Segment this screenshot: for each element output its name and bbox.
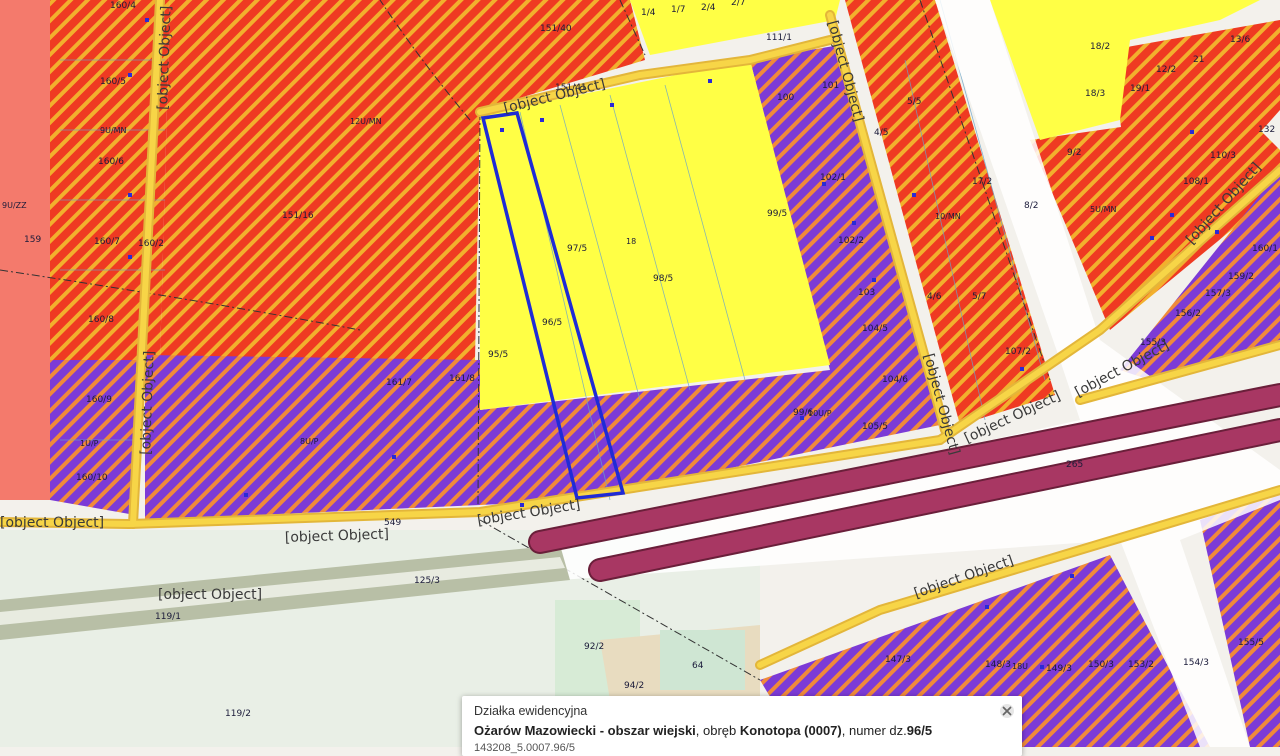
zone-label: 9U/MN	[100, 126, 127, 135]
zone-label: 12U/MN	[350, 117, 382, 126]
zone-label: 1U/P	[80, 439, 99, 448]
parcel-label: 17/2	[972, 177, 992, 187]
parcel-label: 154/3	[1183, 658, 1209, 668]
parcel-label: 149/3	[1046, 664, 1072, 674]
parcel-label: 99/5	[767, 209, 787, 219]
parcel-label: 161/8	[449, 374, 475, 384]
parcel-label: 161/7	[386, 378, 412, 388]
parcel-label: 96/5	[542, 318, 562, 328]
parcel-label: 105/5	[862, 422, 888, 432]
parcel-label: 160/9	[86, 395, 112, 405]
parcel-label: 104/5	[862, 324, 888, 334]
parcel-label: 160/10	[76, 473, 108, 483]
parcel-label: 147/3	[885, 655, 911, 665]
parcel-label: 160/6	[98, 157, 124, 167]
parcel-label: 110/3	[1210, 151, 1236, 161]
zone-label: 10/MN	[935, 212, 961, 221]
parcel-label: 4/5	[874, 128, 888, 138]
zone-label: 18U	[1012, 662, 1028, 671]
parcel-label: 155/5	[1238, 638, 1264, 648]
parcel-label: 150/3	[1088, 660, 1114, 670]
parcel-label: 119/2	[225, 709, 251, 719]
parcel-label: 92/2	[584, 642, 604, 652]
parcel-label: 151/40	[540, 24, 572, 34]
street-label: [object Object]	[0, 515, 104, 531]
popup-parcel-line: Ożarów Mazowiecki - obszar wiejski, obrę…	[474, 723, 932, 738]
parcel-label: 98/5	[653, 274, 673, 284]
parcel-label: 2/7	[731, 0, 745, 8]
parcel-label: 101	[822, 81, 839, 91]
parcel-label: 21	[1193, 55, 1204, 65]
parcel-label: 160/2	[138, 239, 164, 249]
parcel-label: 5/5	[907, 97, 921, 107]
zone-label: 18	[626, 237, 636, 246]
parcel-label: 9/2	[1067, 148, 1081, 158]
parcel-label: 160/8	[88, 315, 114, 325]
popup-numer: 96/5	[906, 723, 933, 738]
parcel-label: 159/2	[1228, 272, 1254, 282]
parcel-label: 159	[24, 235, 41, 245]
popup-gmina: Ożarów Mazowiecki - obszar wiejski	[474, 723, 696, 738]
parcel-label: 151/16	[282, 211, 314, 221]
zoning-map[interactable]: 160/4 160/5 160/6 160/7 160/8 160/9 160/…	[0, 0, 1280, 747]
parcel-label: 2/4	[701, 3, 716, 13]
street-label: [object Object]	[158, 587, 262, 603]
parcel-label: 156/2	[1175, 309, 1201, 319]
parcel-label: 100	[777, 93, 794, 103]
parcel-label: 95/5	[488, 350, 508, 360]
parcel-label: 132	[1258, 125, 1275, 135]
parcel-label: 94/2	[624, 681, 644, 691]
parcel-label: 13/6	[1230, 35, 1250, 45]
zone-label: 5U/MN	[1090, 205, 1117, 214]
zone-label: 9U/ZZ	[2, 201, 27, 210]
parcel-label: 103	[858, 288, 875, 298]
parcel-info-popup: Działka ewidencyjna Ożarów Mazowiecki - …	[462, 696, 1022, 756]
parcel-label: 1/4	[641, 8, 656, 18]
parcel-label: 8/2	[1024, 201, 1038, 211]
parcel-label: 5/7	[972, 292, 986, 302]
parcel-label: 4/6	[927, 292, 942, 302]
parcel-label: 160/1	[1252, 244, 1278, 254]
parcel-label: 18/2	[1090, 42, 1110, 52]
green-block-2	[660, 630, 745, 690]
parcel-label: 102/2	[838, 236, 864, 246]
popup-title: Działka ewidencyjna	[474, 704, 588, 718]
parcel-label: 119/1	[155, 612, 181, 622]
parcel-label: 12/2	[1156, 65, 1176, 75]
parcel-label: 153/2	[1128, 660, 1154, 670]
parcel-label: 1/7	[671, 5, 685, 15]
parcel-label: 111/1	[766, 33, 792, 43]
close-icon[interactable]	[998, 702, 1016, 720]
parcel-label: 108/1	[1183, 177, 1209, 187]
zone-service-west[interactable]	[50, 360, 140, 515]
popup-obreb-prefix: , obręb	[695, 723, 740, 738]
parcel-label: 160/4	[110, 1, 136, 11]
parcel-label: 104/6	[882, 375, 908, 385]
parcel-label: 64	[692, 661, 704, 671]
parcel-label: 18/3	[1085, 89, 1105, 99]
zone-label: 8U/P	[300, 437, 319, 446]
zone-label: 10U/P	[808, 409, 832, 418]
parcel-label: 157/3	[1205, 289, 1231, 299]
parcel-label: 107/2	[1005, 347, 1031, 357]
popup-obreb: Konotopa (0007)	[739, 723, 842, 738]
popup-numer-prefix: , numer dz.	[841, 723, 907, 738]
parcel-label: 125/3	[414, 576, 440, 586]
parcel-label: 160/5	[100, 77, 126, 87]
parcel-label: 265	[1066, 460, 1083, 470]
parcel-label: 102/1	[820, 173, 846, 183]
parcel-label: 148/3	[985, 660, 1011, 670]
parcel-label: 160/7	[94, 237, 120, 247]
popup-parcel-id: 143208_5.0007.96/5	[474, 742, 575, 754]
parcel-label: 19/1	[1130, 84, 1150, 94]
parcel-label: 97/5	[567, 244, 587, 254]
salmon-zone	[0, 0, 50, 500]
